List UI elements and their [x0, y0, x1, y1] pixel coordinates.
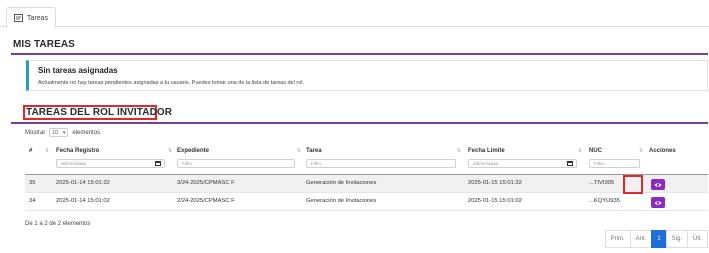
sort-icon[interactable]: ⇅ [45, 148, 49, 154]
view-task-button[interactable] [651, 179, 665, 190]
filter-placeholder: dd/mm/aaaa [61, 161, 87, 166]
cell-tarea: Generación de Invitaciones [306, 180, 377, 186]
section-divider [11, 53, 708, 55]
page-last-button[interactable]: Últ. [687, 230, 708, 248]
header-acciones: Acciones [649, 148, 676, 154]
header-fecha-limite[interactable]: Fecha Limite [468, 148, 505, 154]
chevron-down-icon: ▾ [62, 129, 66, 136]
cell-tarea: Generación de Invitaciones [306, 198, 377, 204]
table-header: # ⇅ Fecha Registro ⇅ dd/mm/aaaa Expedien… [25, 142, 708, 175]
sort-icon[interactable]: ⇅ [578, 148, 582, 154]
page-next-button[interactable]: Sig. [665, 230, 688, 248]
table-row: 35 2025-01-14 15:01:32 3/24-2025/CPMASC … [25, 175, 708, 193]
tab-bar: Tareas [0, 0, 709, 28]
sort-icon[interactable]: ⇅ [457, 148, 461, 154]
cell-fecha-registro: 2025-01-14 15:01:02 [56, 198, 110, 204]
cell-fecha-limite: 2025-01-15 15:01:32 [468, 180, 522, 186]
nuc-filter[interactable]: Filtro [589, 159, 640, 168]
elements-label: elementos [72, 129, 101, 136]
table-row: 34 2025-01-14 15:01:02 2/24-2025/CPMASC … [25, 193, 708, 211]
eye-icon [654, 182, 662, 187]
page-current-button[interactable]: 1 [651, 230, 667, 248]
cell-nuc: ...TIVI305 [589, 180, 615, 186]
header-nuc[interactable]: NUC [589, 148, 602, 154]
header-expediente[interactable]: Expediente [177, 148, 209, 154]
filter-placeholder: Filtro [594, 161, 604, 166]
rol-tareas-title: TAREAS DEL ROL INVITADOR [26, 107, 173, 118]
filter-placeholder: dd/mm/aaaa [473, 161, 499, 166]
cell-expediente: 2/24-2025/CPMASC F [177, 198, 235, 204]
sort-icon[interactable]: ⇅ [168, 148, 172, 154]
calendar-icon[interactable] [155, 161, 161, 166]
header-num[interactable]: # [29, 148, 32, 154]
view-button-highlight [623, 175, 643, 194]
calendar-icon[interactable] [567, 161, 573, 166]
page-length-control: Mostrar 10 ▾ elementos [25, 128, 100, 137]
cell-nuc: ...KQYU935 [589, 198, 620, 204]
empty-tasks-alert: Sin tareas asignadas Actualmente no hay … [26, 60, 708, 91]
cell-num: 35 [29, 180, 36, 186]
alert-text: Actualmente no hay tareas pendientes asi… [38, 80, 305, 86]
fecha-limite-filter[interactable]: dd/mm/aaaa [468, 159, 577, 168]
pagination: Prim. Ant. 1 Sig. Últ. [604, 230, 708, 248]
tasks-icon [14, 14, 23, 22]
cell-num: 34 [29, 198, 36, 204]
show-label: Mostrar [25, 129, 46, 136]
cell-fecha-registro: 2025-01-14 15:01:32 [56, 180, 110, 186]
page-first-button[interactable]: Prim. [604, 230, 631, 248]
filter-placeholder: Filtro [182, 161, 192, 166]
tasks-table: # ⇅ Fecha Registro ⇅ dd/mm/aaaa Expedien… [25, 142, 708, 211]
page-length-select[interactable]: 10 ▾ [49, 128, 69, 137]
filter-placeholder: Filtro [311, 161, 321, 166]
table-info: De 1 a 2 de 2 elementos [25, 221, 91, 227]
header-fecha-registro[interactable]: Fecha Registro [56, 148, 99, 154]
view-task-button[interactable] [651, 197, 665, 208]
section-divider [11, 122, 708, 124]
cell-expediente: 3/24-2025/CPMASC F [177, 180, 235, 186]
sort-icon[interactable]: ⇅ [639, 148, 643, 154]
tarea-filter[interactable]: Filtro [306, 159, 456, 168]
sort-icon[interactable]: ⇅ [297, 148, 301, 154]
header-tarea[interactable]: Tarea [306, 148, 322, 154]
fecha-registro-filter[interactable]: dd/mm/aaaa [56, 159, 165, 168]
page-length-value: 10 [52, 129, 58, 136]
expediente-filter[interactable]: Filtro [177, 159, 295, 168]
tab-label: Tareas [27, 14, 49, 22]
tab-tareas[interactable]: Tareas [6, 7, 57, 28]
eye-icon [654, 200, 662, 205]
mis-tareas-title: MIS TAREAS [13, 39, 75, 50]
page-prev-button[interactable]: Ant. [629, 230, 653, 248]
alert-title: Sin tareas asignadas [38, 66, 118, 75]
cell-fecha-limite: 2025-01-15 15:01:02 [468, 198, 522, 204]
